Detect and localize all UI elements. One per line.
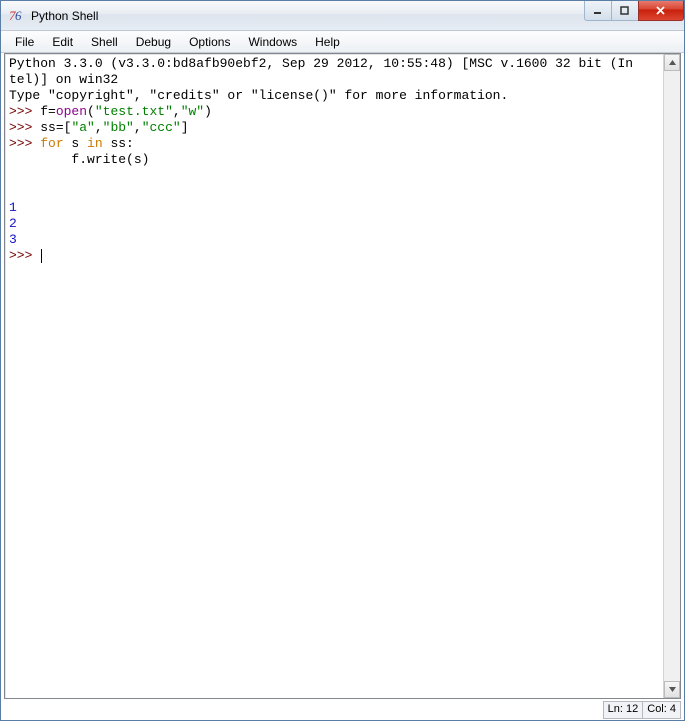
close-button[interactable] bbox=[638, 1, 684, 21]
menu-debug[interactable]: Debug bbox=[128, 33, 179, 51]
scroll-down-button[interactable] bbox=[664, 681, 680, 698]
text-cursor bbox=[41, 249, 42, 263]
menu-shell[interactable]: Shell bbox=[83, 33, 126, 51]
prompt: >>> bbox=[9, 104, 40, 119]
output-line: 2 bbox=[9, 216, 17, 231]
svg-text:6: 6 bbox=[15, 8, 22, 23]
banner-line: Python 3.3.0 (v3.3.0:bd8afb90ebf2, Sep 2… bbox=[9, 56, 633, 71]
menu-file[interactable]: File bbox=[7, 33, 42, 51]
menu-edit[interactable]: Edit bbox=[44, 33, 81, 51]
status-col: Col: 4 bbox=[642, 701, 681, 719]
window-controls bbox=[585, 1, 684, 21]
banner-line: tel)] on win32 bbox=[9, 72, 118, 87]
vertical-scrollbar[interactable] bbox=[663, 54, 680, 698]
minimize-button[interactable] bbox=[584, 1, 612, 21]
output-line: 1 bbox=[9, 200, 17, 215]
menu-options[interactable]: Options bbox=[181, 33, 238, 51]
shell-text-area[interactable]: Python 3.3.0 (v3.3.0:bd8afb90ebf2, Sep 2… bbox=[5, 54, 663, 698]
status-line: Ln: 12 bbox=[603, 701, 644, 719]
prompt: >>> bbox=[9, 136, 40, 151]
prompt: >>> bbox=[9, 120, 40, 135]
output-line: 3 bbox=[9, 232, 17, 247]
menu-help[interactable]: Help bbox=[307, 33, 348, 51]
prompt: >>> bbox=[9, 248, 40, 263]
menu-bar: File Edit Shell Debug Options Windows He… bbox=[1, 31, 684, 53]
app-icon: 7 6 bbox=[9, 8, 25, 24]
maximize-button[interactable] bbox=[611, 1, 639, 21]
scroll-track[interactable] bbox=[664, 71, 680, 681]
menu-windows[interactable]: Windows bbox=[240, 33, 305, 51]
title-bar: 7 6 Python Shell bbox=[1, 1, 684, 31]
window-title: Python Shell bbox=[31, 9, 98, 23]
status-bar: Ln: 12 Col: 4 bbox=[4, 701, 681, 719]
banner-line: Type "copyright", "credits" or "license(… bbox=[9, 88, 508, 103]
editor-frame: Python 3.3.0 (v3.3.0:bd8afb90ebf2, Sep 2… bbox=[4, 53, 681, 699]
scroll-up-button[interactable] bbox=[664, 54, 680, 71]
